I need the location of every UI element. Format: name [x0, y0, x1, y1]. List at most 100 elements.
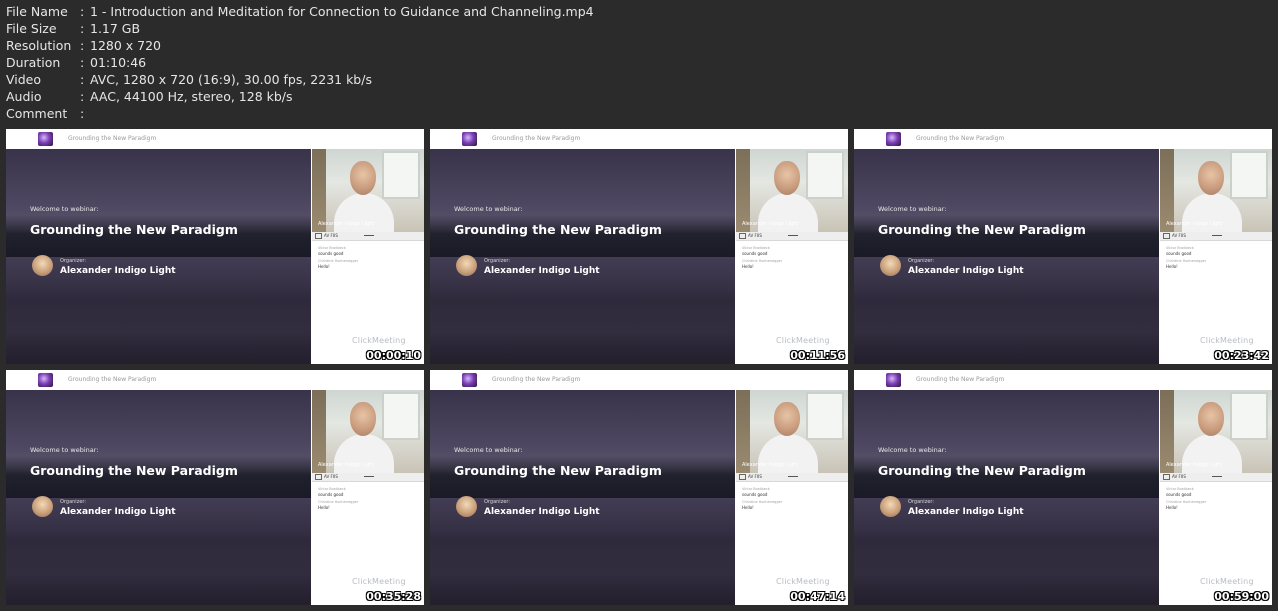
camera-window	[1230, 151, 1268, 199]
presenter-name-label: Alexander Indigo Light	[1166, 221, 1223, 227]
chat-message: sounds good	[1166, 251, 1192, 256]
camera-icon	[315, 233, 322, 239]
chat-author: Victor Bradbeck	[1166, 246, 1194, 250]
sidebar-header: AV F0S	[1160, 473, 1272, 482]
organizer-avatar	[880, 255, 901, 276]
webinar-top-bar: Grounding the New Paradigm	[6, 129, 424, 149]
organizer-label: Organizer:	[908, 258, 935, 264]
presenter-name-label: Alexander Indigo Light	[318, 221, 375, 227]
webinar-logo-icon	[886, 373, 901, 387]
info-key: Audio	[6, 89, 42, 104]
camera-icon	[1163, 474, 1170, 480]
info-row-duration: Duration : 01:10:46	[6, 54, 594, 71]
chat-message: Hello!	[1166, 505, 1178, 510]
lake-background: Welcome to webinar: Grounding the New Pa…	[6, 149, 311, 364]
info-sep: :	[80, 106, 85, 121]
organizer-label: Organizer:	[908, 499, 935, 505]
webinar-bar-title: Grounding the New Paradigm	[68, 376, 157, 383]
lake-background: Welcome to webinar: Grounding the New Pa…	[430, 149, 735, 364]
info-value: 1280 x 720	[90, 38, 162, 53]
camera-shelf	[736, 149, 750, 232]
camera-shelf	[312, 149, 326, 232]
presenter-head	[1198, 402, 1224, 436]
lake-background: Welcome to webinar: Grounding the New Pa…	[854, 390, 1159, 605]
sidebar-header: AV F0S	[736, 232, 848, 241]
welcome-label: Welcome to webinar:	[30, 205, 99, 213]
organizer-name: Alexander Indigo Light	[908, 507, 1024, 517]
sidebar-divider	[1212, 476, 1222, 477]
lake-background: Welcome to webinar: Grounding the New Pa…	[6, 390, 311, 605]
presenter-camera: Alexander Indigo Light	[736, 390, 848, 473]
presenter-head	[1198, 161, 1224, 195]
thumbnail-grid: Grounding the New Paradigm Welcome to we…	[6, 129, 1272, 605]
sidebar-header: AV F0S	[312, 473, 424, 482]
info-key: Duration	[6, 55, 61, 70]
clickmeeting-logo: ClickMeeting	[776, 336, 830, 345]
sidebar-tab-label: AV F0S	[1172, 233, 1186, 238]
chat-sidebar: AV F0S Victor Bradbeck sounds good Chris…	[312, 473, 424, 605]
organizer-label: Organizer:	[484, 258, 511, 264]
organizer-name: Alexander Indigo Light	[60, 266, 176, 276]
clickmeeting-logo: ClickMeeting	[352, 577, 406, 586]
video-thumbnail: Grounding the New Paradigm Welcome to we…	[854, 370, 1272, 605]
webinar-title: Grounding the New Paradigm	[878, 222, 1086, 237]
organizer-avatar	[880, 496, 901, 517]
info-value: AAC, 44100 Hz, stereo, 128 kb/s	[90, 89, 293, 104]
webinar-bar-title: Grounding the New Paradigm	[916, 376, 1005, 383]
chat-message: sounds good	[742, 492, 768, 497]
sidebar-header: AV F0S	[312, 232, 424, 241]
chat-author: Victor Bradbeck	[318, 487, 346, 491]
welcome-label: Welcome to webinar:	[30, 446, 99, 454]
info-sep: :	[80, 38, 85, 53]
webinar-top-bar: Grounding the New Paradigm	[430, 129, 848, 149]
video-thumbnail: Grounding the New Paradigm Welcome to we…	[854, 129, 1272, 364]
media-info: File Name : 1 - Introduction and Meditat…	[6, 3, 594, 122]
timestamp: 00:23:42	[1214, 349, 1269, 362]
info-sep: :	[80, 89, 85, 104]
organizer-avatar	[32, 496, 53, 517]
camera-window	[806, 151, 844, 199]
webinar-top-bar: Grounding the New Paradigm	[854, 370, 1272, 390]
camera-window	[382, 151, 420, 199]
webinar-title: Grounding the New Paradigm	[30, 222, 238, 237]
presenter-head	[774, 161, 800, 195]
organizer-name: Alexander Indigo Light	[484, 507, 600, 517]
clickmeeting-logo: ClickMeeting	[1200, 336, 1254, 345]
webinar-logo-icon	[462, 373, 477, 387]
sidebar-tab-label: AV F0S	[748, 233, 762, 238]
presenter-camera: Alexander Indigo Light	[312, 390, 424, 473]
organizer-label: Organizer:	[484, 499, 511, 505]
welcome-label: Welcome to webinar:	[878, 446, 947, 454]
lake-background: Welcome to webinar: Grounding the New Pa…	[854, 149, 1159, 364]
webinar-bar-title: Grounding the New Paradigm	[492, 376, 581, 383]
clickmeeting-logo: ClickMeeting	[352, 336, 406, 345]
webinar-top-bar: Grounding the New Paradigm	[430, 370, 848, 390]
camera-shelf	[736, 390, 750, 473]
presenter-name-label: Alexander Indigo Light	[742, 462, 799, 468]
video-thumbnail: Grounding the New Paradigm Welcome to we…	[6, 129, 424, 364]
chat-sidebar: AV F0S Victor Bradbeck sounds good Chris…	[1160, 232, 1272, 364]
camera-window	[1230, 392, 1268, 440]
sidebar-tab-label: AV F0S	[1172, 474, 1186, 479]
chat-message: Hello!	[318, 264, 330, 269]
chat-author: Victor Bradbeck	[1166, 487, 1194, 491]
sidebar-header: AV F0S	[1160, 232, 1272, 241]
camera-shelf	[312, 390, 326, 473]
chat-sidebar: AV F0S Victor Bradbeck sounds good Chris…	[736, 232, 848, 364]
chat-author: Victor Bradbeck	[742, 487, 770, 491]
chat-message: Hello!	[1166, 264, 1178, 269]
info-key: Resolution	[6, 38, 72, 53]
info-sep: :	[80, 72, 85, 87]
chat-message: sounds good	[318, 251, 344, 256]
info-row-comment: Comment :	[6, 105, 594, 122]
sidebar-header: AV F0S	[736, 473, 848, 482]
chat-author: Victor Bradbeck	[742, 246, 770, 250]
info-row-audio: Audio : AAC, 44100 Hz, stereo, 128 kb/s	[6, 88, 594, 105]
video-thumbnail: Grounding the New Paradigm Welcome to we…	[6, 370, 424, 605]
organizer-name: Alexander Indigo Light	[484, 266, 600, 276]
chat-author: Christine Hochenegger	[1166, 500, 1207, 504]
organizer-label: Organizer:	[60, 258, 87, 264]
timestamp: 00:47:14	[790, 590, 845, 603]
webinar-logo-icon	[38, 132, 53, 146]
chat-author: Victor Bradbeck	[318, 246, 346, 250]
